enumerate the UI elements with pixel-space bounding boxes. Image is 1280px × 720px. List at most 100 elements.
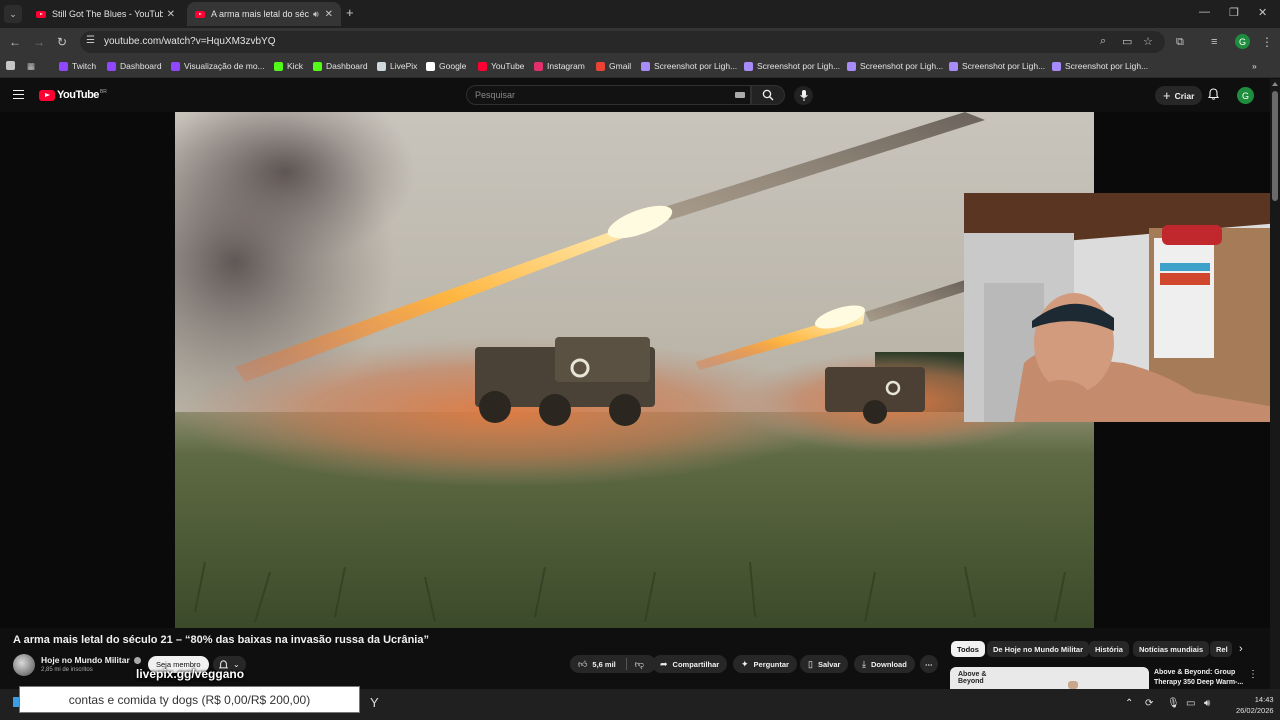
volume-icon[interactable]: 🔊︎ — [1204, 698, 1210, 709]
channel-avatar[interactable] — [13, 654, 35, 676]
chip-todos[interactable]: Todos — [951, 641, 985, 657]
livepix-overlay-text: livepix.gg/veggano — [136, 667, 245, 681]
bookmark-item[interactable]: Screenshot por Ligh... — [744, 61, 840, 71]
sidebar-toggle-icon[interactable] — [6, 61, 19, 70]
chips-next-arrow-icon[interactable]: › — [1239, 643, 1243, 655]
close-tab-icon[interactable]: ✕ — [321, 9, 333, 20]
show-hidden-icons-chevron[interactable]: ⌃ — [1125, 698, 1133, 709]
address-bar[interactable]: ☰ youtube.com/watch?v=HquXM3zvbYQ ⌕ ▭ ☆ — [80, 31, 1165, 53]
search-button[interactable] — [751, 85, 785, 105]
taskbar-y-icon[interactable]: Y — [370, 695, 379, 710]
chip-label: De Hoje no Mundo Militar — [993, 644, 1083, 654]
chip-historia[interactable]: História — [1089, 641, 1129, 657]
voice-search-button[interactable] — [794, 86, 813, 105]
extensions-icon[interactable]: ⧉ — [1176, 34, 1184, 50]
livepix-icon — [377, 61, 386, 71]
speaker-icon[interactable]: 🔊︎ — [313, 9, 319, 20]
lightshot-icon — [1052, 61, 1061, 71]
apps-grid-icon[interactable]: ▦ — [27, 61, 35, 72]
new-tab-button[interactable]: + — [346, 6, 354, 20]
share-label: Compartilhar — [672, 659, 720, 669]
bookmark-label: YouTube — [491, 61, 525, 71]
like-count[interactable]: 5,6 mil — [592, 660, 615, 669]
thumbs-up-icon[interactable]: 👍︎ — [578, 659, 587, 670]
more-actions-button[interactable]: ⋯ — [920, 655, 938, 673]
bookmark-item[interactable]: YouTube — [478, 61, 524, 71]
bookmark-item[interactable]: Kick — [274, 61, 303, 71]
page-scrollbar[interactable] — [1270, 79, 1280, 694]
search-input[interactable] — [475, 90, 725, 100]
search-box[interactable] — [466, 85, 751, 105]
bookmark-item[interactable]: Dashboard — [313, 61, 368, 71]
bookmark-item[interactable]: Visualização de mo... — [171, 61, 265, 71]
webcam-feed — [964, 193, 1280, 422]
bookmark-item[interactable]: Screenshot por Ligh... — [949, 61, 1045, 71]
youtube-icon — [478, 61, 487, 71]
kick-icon — [313, 61, 322, 71]
save-label: Salvar — [817, 659, 841, 669]
create-button[interactable]: + Criar — [1155, 86, 1203, 105]
bookmark-item[interactable]: Screenshot por Ligh... — [847, 61, 943, 71]
forward-button[interactable]: → — [33, 34, 45, 50]
share-button[interactable]: ➦ Compartilhar — [652, 655, 728, 673]
video-title: A arma mais letal do século 21 – “80% da… — [13, 634, 429, 646]
download-icon: ⤓ — [862, 658, 866, 669]
bookmark-item[interactable]: LivePix — [377, 61, 417, 71]
download-button[interactable]: ⤓ Download — [854, 655, 915, 673]
ask-button[interactable]: ✦ Perguntar — [733, 655, 797, 673]
back-button[interactable]: ← — [9, 34, 21, 50]
recommendation-thumbnail[interactable]: Above & Beyond — [950, 667, 1149, 689]
youtube-header: YouTube BR + Criar G — [0, 79, 1280, 112]
bookmark-item[interactable]: Screenshot por Ligh... — [1052, 61, 1148, 71]
save-button[interactable]: ▯ Salvar — [800, 655, 849, 673]
url-text[interactable]: youtube.com/watch?v=HquXM3zvbYQ — [104, 36, 275, 47]
tray-microphone-icon[interactable]: 🎙︎ — [1167, 698, 1180, 709]
zoom-search-icon[interactable]: ⌕ — [1100, 35, 1106, 48]
instagram-icon — [534, 61, 543, 71]
bookmark-star-icon[interactable]: ☆ — [1143, 35, 1153, 48]
bookmark-label: Screenshot por Ligh... — [757, 61, 841, 71]
keyboard-icon[interactable] — [735, 92, 745, 98]
bookmark-item[interactable]: Twitch — [59, 61, 96, 71]
scroll-up-arrow-icon[interactable] — [1272, 82, 1278, 86]
close-tab-icon[interactable]: ✕ — [163, 9, 175, 20]
recommendation-title[interactable]: Above & Beyond: Group Therapy 350 Deep W… — [1154, 668, 1250, 688]
account-avatar[interactable]: G — [1237, 87, 1254, 104]
cast-icon[interactable]: ▭ — [1122, 35, 1132, 48]
tab-still-got-the-blues[interactable]: Still Got The Blues - YouTube ✕ — [28, 2, 183, 26]
guide-menu-icon[interactable] — [13, 90, 24, 99]
youtube-favicon-icon — [195, 10, 205, 18]
bookmark-item[interactable]: Screenshot por Ligh... — [641, 61, 737, 71]
close-window-button[interactable]: ✕ — [1258, 6, 1267, 19]
search-icon — [762, 89, 774, 101]
reload-button[interactable]: ↻ — [57, 34, 67, 50]
tab-arma-mais-letal[interactable]: A arma mais letal do sécul 🔊︎ ✕ — [187, 2, 341, 26]
more-bookmarks-icon[interactable]: » — [1252, 61, 1257, 71]
bookmark-item[interactable]: Gmail — [596, 61, 631, 71]
profile-avatar[interactable]: G — [1235, 34, 1250, 49]
video-player[interactable] — [175, 112, 1094, 628]
scrollbar-thumb[interactable] — [1272, 91, 1278, 201]
channel-name-link[interactable]: Hoje no Mundo Militar — [41, 655, 141, 665]
notifications-bell-icon[interactable] — [1207, 88, 1220, 103]
youtube-logo[interactable]: YouTube BR — [39, 89, 107, 101]
browser-menu-icon[interactable]: ⋮ — [1261, 34, 1273, 50]
chip-channel[interactable]: De Hoje no Mundo Militar — [987, 641, 1089, 657]
tab-search-button[interactable]: ⌄ — [4, 5, 22, 23]
network-icon[interactable]: ▭ — [1186, 698, 1195, 709]
bookmark-item[interactable]: Instagram — [534, 61, 585, 71]
bookmark-item[interactable]: Dashboard — [107, 61, 162, 71]
taskbar-clock[interactable]: 14:43 26/02/2026 — [1236, 694, 1274, 716]
site-info-icon[interactable]: ☰ — [86, 35, 95, 46]
recommendation-menu-icon[interactable]: ⋮ — [1248, 669, 1258, 680]
minimize-window-button[interactable]: — — [1199, 6, 1210, 18]
thumbs-down-icon[interactable]: 👎︎ — [635, 659, 644, 670]
tray-app-icon[interactable]: ⟳ — [1145, 698, 1153, 709]
lightshot-icon — [847, 61, 856, 71]
youtube-play-icon — [39, 89, 55, 101]
media-control-icon[interactable]: ≡ — [1211, 34, 1217, 50]
chip-noticias[interactable]: Notícias mundiais — [1133, 641, 1210, 657]
restore-window-button[interactable]: ❐ — [1229, 6, 1239, 19]
chip-related[interactable]: Rel — [1210, 641, 1232, 657]
bookmark-item[interactable]: Google — [426, 61, 466, 71]
